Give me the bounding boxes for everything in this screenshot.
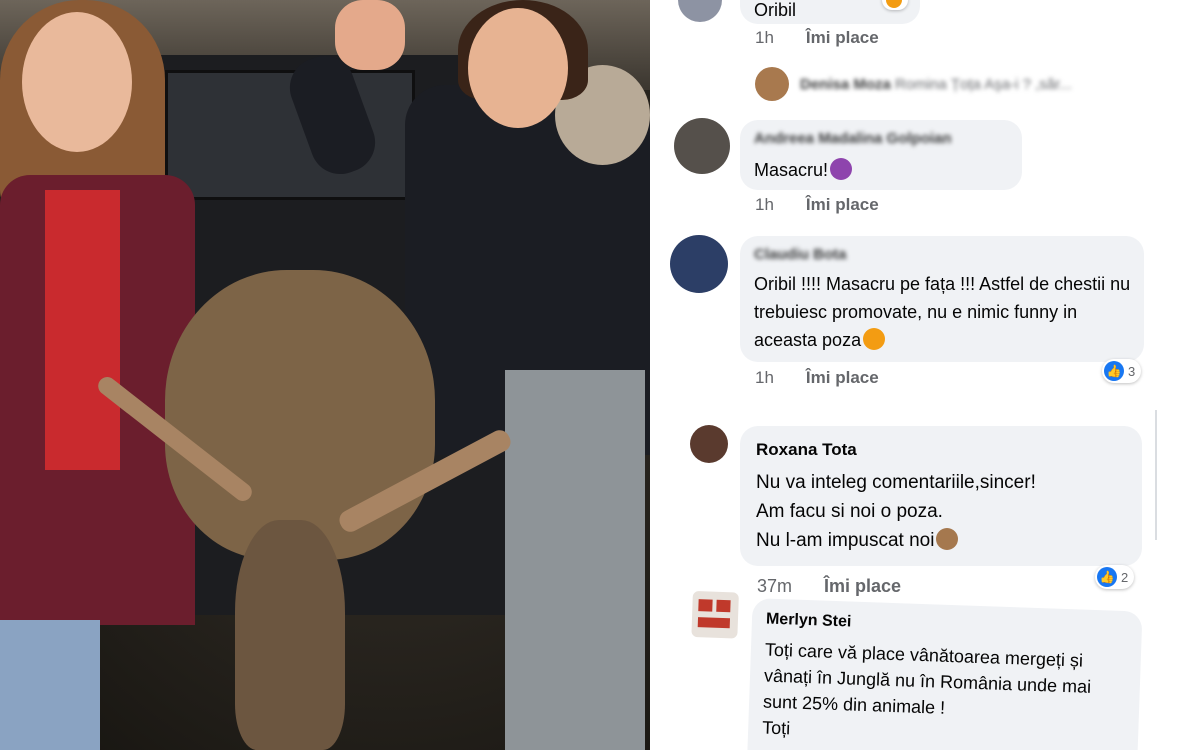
person-left-face: [22, 12, 132, 152]
comment-author[interactable]: Merlyn Stei: [766, 611, 852, 632]
hunting-photo: [0, 0, 650, 750]
person-left-jeans: [0, 620, 100, 750]
person-left-shirt: [45, 190, 120, 470]
person-right-hand: [335, 0, 405, 70]
person-right-face: [468, 8, 568, 128]
avatar[interactable]: [691, 590, 739, 639]
comments-panel: Oribil 1h Îmi place Denisa Moza Romina Ț…: [650, 0, 1199, 750]
comment-line: Toți: [761, 717, 791, 739]
deer-head: [235, 520, 345, 750]
comment-text: Toți care vă place vânătoarea mergeți și…: [762, 639, 1092, 718]
rotated-comment: Merlyn Stei Toți care vă place vânătoare…: [650, 0, 1199, 750]
deer-body: [165, 270, 435, 560]
comment-bubble: Merlyn Stei Toți care vă place vânătoare…: [746, 598, 1143, 750]
person-right-pants: [505, 370, 645, 750]
